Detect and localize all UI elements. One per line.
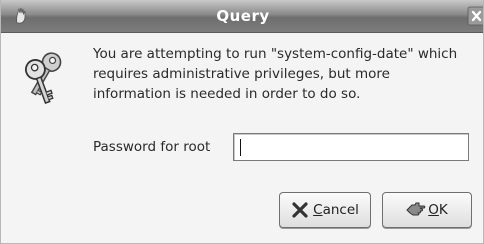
title-bar[interactable]: Query: [1, 0, 483, 33]
dialog-message: You are attempting to run "system-config…: [93, 44, 477, 104]
message-line: requires administrative privileges, but …: [93, 66, 390, 82]
close-icon[interactable]: [467, 6, 483, 26]
password-label: Password for root: [93, 139, 211, 155]
password-input[interactable]: [233, 133, 469, 161]
keys-icon: [21, 50, 73, 106]
ok-hand-icon: [406, 201, 426, 219]
cancel-x-icon: [291, 201, 309, 219]
query-dialog: Query You are attempting to run "system-…: [0, 0, 484, 244]
cancel-button[interactable]: Cancel: [279, 192, 371, 228]
cancel-mnemonic: C: [313, 202, 323, 218]
cancel-label: Cancel: [313, 202, 359, 218]
ok-button[interactable]: OK: [382, 192, 472, 228]
text-caret: [240, 139, 241, 156]
message-line: information is needed in order to do so.: [93, 86, 361, 102]
ok-label-rest: K: [438, 202, 448, 218]
ok-mnemonic: O: [428, 202, 439, 218]
window-title: Query: [216, 7, 270, 25]
cancel-label-rest: ancel: [322, 202, 359, 218]
message-line: You are attempting to run "system-config…: [93, 46, 458, 62]
ok-label: OK: [428, 202, 448, 218]
